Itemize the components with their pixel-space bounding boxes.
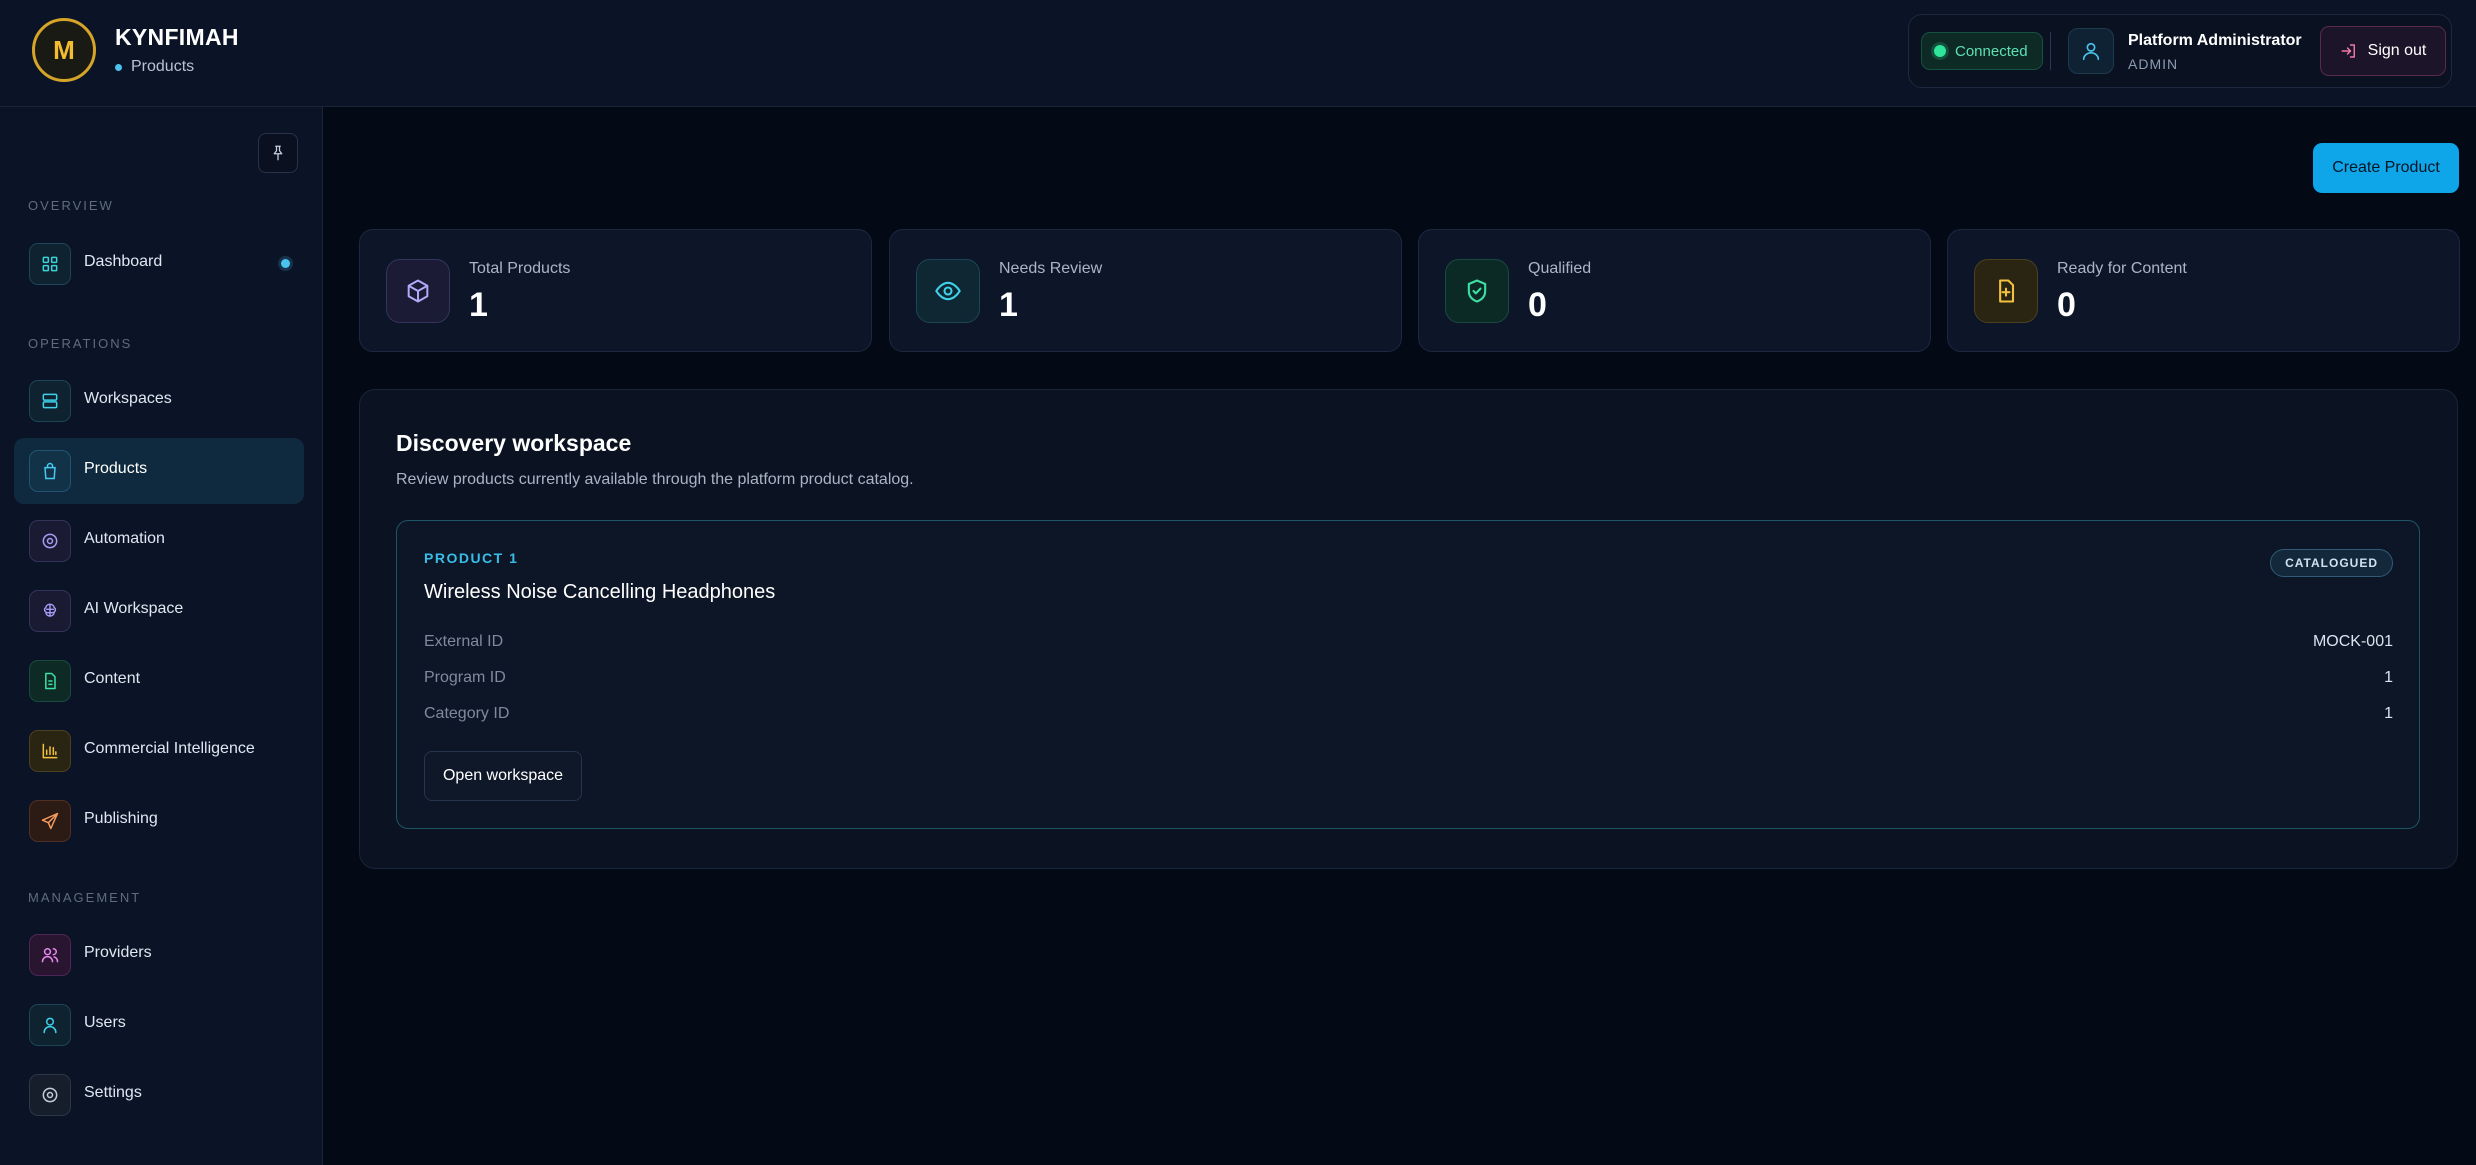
field-value: MOCK-001 bbox=[2312, 633, 2393, 650]
stat-card-qualified: Qualified 0 bbox=[1418, 229, 1931, 352]
bag-icon bbox=[44, 462, 56, 480]
sidebar-item-label: Commercial Intelligence bbox=[84, 740, 255, 757]
stat-value: 0 bbox=[1528, 286, 1547, 324]
field-row-external-id: External ID MOCK-001 bbox=[424, 633, 2393, 655]
server-icon bbox=[42, 393, 58, 409]
user-name: Platform Administrator bbox=[2128, 32, 2302, 49]
sign-out-button[interactable]: Sign out bbox=[2320, 26, 2446, 76]
stat-label: Ready for Content bbox=[2057, 260, 2187, 277]
sidebar-item-publishing[interactable]: Publishing bbox=[14, 788, 304, 854]
target-icon bbox=[42, 533, 58, 549]
sidebar-item-products[interactable]: Products bbox=[14, 438, 304, 504]
user-role: ADMIN bbox=[2128, 56, 2179, 72]
document-icon bbox=[45, 672, 56, 690]
sidebar-item-label: Publishing bbox=[84, 810, 158, 827]
field-key: Program ID bbox=[424, 669, 506, 686]
shield-check-icon bbox=[1467, 279, 1487, 303]
connection-status-badge: Connected bbox=[1921, 32, 2043, 70]
users-icon bbox=[41, 948, 59, 963]
connection-status-label: Connected bbox=[1955, 42, 2028, 60]
stat-label: Total Products bbox=[469, 260, 571, 277]
brand-logo[interactable]: M bbox=[32, 18, 96, 82]
field-value: 1 bbox=[2384, 669, 2393, 686]
sidebar-item-automation[interactable]: Automation bbox=[14, 508, 304, 574]
stat-card-needs-review: Needs Review 1 bbox=[889, 229, 1402, 352]
stat-card-ready-for-content: Ready for Content 0 bbox=[1947, 229, 2460, 352]
sidebar-item-dashboard[interactable]: Dashboard bbox=[14, 231, 304, 297]
sidebar-item-content[interactable]: Content bbox=[14, 648, 304, 714]
brand-initial: M bbox=[53, 34, 75, 65]
create-product-button[interactable]: Create Product bbox=[2313, 143, 2459, 193]
stat-label: Needs Review bbox=[999, 260, 1103, 277]
sidebar-item-users[interactable]: Users bbox=[14, 992, 304, 1058]
stat-value: 1 bbox=[999, 286, 1018, 324]
user-icon bbox=[2082, 42, 2100, 61]
sidebar-item-label: Workspaces bbox=[84, 390, 172, 407]
active-indicator-dot bbox=[281, 259, 290, 268]
sidebar-item-settings[interactable]: Settings bbox=[14, 1062, 304, 1128]
grid-icon bbox=[42, 256, 58, 272]
sidebar-item-label: Automation bbox=[84, 530, 165, 547]
app-root: M KYNFIMAH Products Connected Platform A… bbox=[0, 0, 2476, 1165]
field-row-category-id: Category ID 1 bbox=[424, 705, 2393, 727]
field-key: External ID bbox=[424, 633, 504, 650]
status-badge: CATALOGUED bbox=[2270, 549, 2393, 577]
stat-value: 1 bbox=[469, 286, 488, 324]
sidebar-item-label: Providers bbox=[84, 944, 152, 961]
status-dot-icon bbox=[1934, 45, 1946, 57]
top-bar: M KYNFIMAH Products Connected Platform A… bbox=[0, 0, 2476, 107]
sidebar-item-label: AI Workspace bbox=[84, 600, 184, 617]
stat-label: Qualified bbox=[1528, 260, 1592, 277]
sign-out-label: Sign out bbox=[2367, 42, 2427, 59]
pin-sidebar-button[interactable] bbox=[258, 133, 298, 173]
user-avatar[interactable] bbox=[2068, 28, 2114, 74]
product-name: Wireless Noise Cancelling Headphones bbox=[424, 581, 776, 603]
stat-value: 0 bbox=[2057, 286, 2076, 324]
sidebar: OVERVIEW Dashboard OPERATIONS Workspaces… bbox=[0, 107, 323, 1165]
sidebar-item-ai-workspace[interactable]: AI Workspace bbox=[14, 578, 304, 644]
eye-icon bbox=[935, 281, 961, 301]
sidebar-item-label: Settings bbox=[84, 1084, 142, 1101]
user-panel: Connected Platform Administrator ADMIN S… bbox=[1908, 14, 2452, 88]
breadcrumb: Products bbox=[115, 58, 194, 76]
bar-chart-icon bbox=[42, 743, 58, 759]
sidebar-item-label: Products bbox=[84, 460, 148, 477]
breadcrumb-dot-icon bbox=[115, 63, 122, 71]
discovery-workspace-panel: Discovery workspace Review products curr… bbox=[359, 389, 2458, 869]
product-index-label: PRODUCT 1 bbox=[424, 550, 519, 566]
brain-icon bbox=[43, 603, 57, 617]
field-row-program-id: Program ID 1 bbox=[424, 669, 2393, 691]
gear-icon bbox=[42, 1087, 58, 1103]
cube-icon bbox=[407, 279, 429, 303]
pin-icon bbox=[273, 145, 283, 161]
sidebar-item-providers[interactable]: Providers bbox=[14, 922, 304, 988]
sidebar-item-commercial-intelligence[interactable]: Commercial Intelligence bbox=[14, 718, 304, 784]
section-label-management: MANAGEMENT bbox=[28, 890, 142, 905]
divider bbox=[2050, 32, 2051, 70]
stat-card-total-products: Total Products 1 bbox=[359, 229, 872, 352]
workspace-title: Discovery workspace bbox=[396, 430, 632, 456]
field-value: 1 bbox=[2384, 705, 2393, 722]
sidebar-item-workspaces[interactable]: Workspaces bbox=[14, 368, 304, 434]
product-card: PRODUCT 1 Wireless Noise Cancelling Head… bbox=[396, 520, 2420, 829]
field-key: Category ID bbox=[424, 705, 510, 722]
sidebar-item-label: Dashboard bbox=[84, 253, 163, 270]
sidebar-item-label: Content bbox=[84, 670, 141, 687]
open-workspace-button[interactable]: Open workspace bbox=[424, 751, 582, 801]
sign-in-arrow-icon bbox=[2341, 44, 2355, 58]
section-label-operations: OPERATIONS bbox=[28, 336, 133, 351]
workspace-description: Review products currently available thro… bbox=[396, 471, 914, 488]
brand-name: KYNFIMAH bbox=[115, 24, 239, 50]
section-label-overview: OVERVIEW bbox=[28, 198, 114, 213]
send-icon bbox=[41, 812, 59, 830]
breadcrumb-current: Products bbox=[131, 58, 195, 75]
user-icon bbox=[43, 1017, 57, 1034]
sidebar-item-label: Users bbox=[84, 1014, 126, 1031]
file-plus-icon bbox=[1999, 279, 2015, 303]
